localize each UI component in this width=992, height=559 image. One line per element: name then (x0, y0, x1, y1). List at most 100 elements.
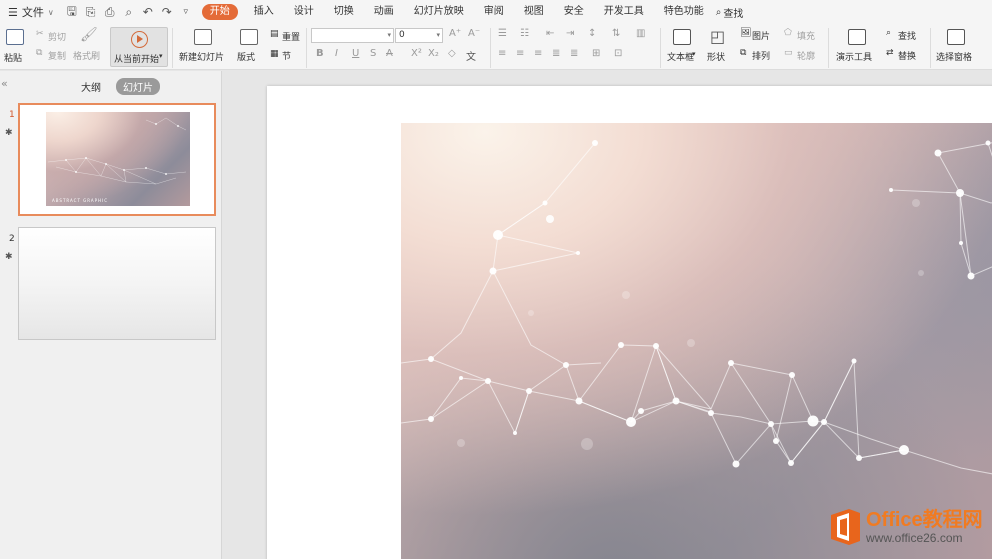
tab-security[interactable]: 安全 (554, 4, 594, 20)
tab-animations[interactable]: 动画 (364, 4, 404, 20)
presentation-tools-button[interactable]: 演示工具 (836, 50, 872, 63)
line-spacing-icon[interactable]: ↕ (588, 28, 596, 39)
chevron-down-icon: ▾ (159, 52, 163, 60)
text-box-icon[interactable] (673, 29, 691, 45)
file-menu[interactable]: ☰ 文件 ∨ (4, 4, 58, 20)
tab-outline[interactable]: 大纲 (74, 78, 108, 95)
tab-design[interactable]: 设计 (284, 4, 324, 20)
thumbnail-background (19, 228, 215, 339)
justify-icon[interactable]: ≣ (552, 48, 560, 59)
tab-view[interactable]: 视图 (514, 4, 554, 20)
italic-icon[interactable]: I (335, 48, 338, 59)
find-button[interactable]: 查找 (898, 29, 916, 42)
bold-icon[interactable]: B (316, 48, 324, 59)
increase-indent-icon[interactable]: ⇥ (566, 28, 574, 39)
format-painter-button[interactable]: 格式刷 (73, 49, 100, 62)
tab-slideshow[interactable]: 幻灯片放映 (404, 4, 474, 20)
customize-icon[interactable]: ▿ (180, 7, 192, 17)
tab-insert[interactable]: 插入 (244, 4, 284, 20)
font-family-select[interactable]: ▾ (311, 28, 394, 43)
new-slide-button[interactable]: 新建幻灯片 (179, 50, 224, 63)
reset-icon[interactable]: ▤ (270, 29, 279, 39)
tab-transitions[interactable]: 切换 (324, 4, 364, 20)
outline-icon[interactable]: ▭ (784, 48, 793, 58)
convert-smartart-icon[interactable]: ⊡ (614, 48, 622, 59)
thumbnail-caption: ABSTRACT GRAPHIC (52, 198, 109, 203)
selection-pane-button[interactable]: 选择窗格 (936, 50, 972, 63)
collapse-panel-icon[interactable]: « (1, 77, 8, 90)
layout-icon[interactable] (240, 29, 258, 45)
copy-icon[interactable]: ⧉ (36, 48, 42, 58)
tab-slides[interactable]: 幻灯片 (116, 78, 160, 95)
watermark-url: www.office26.com (866, 531, 963, 545)
decrease-indent-icon[interactable]: ⇤ (546, 28, 554, 39)
text-box-button[interactable]: 文本框 (667, 50, 694, 63)
picture-icon[interactable]: 🖼 (740, 28, 751, 38)
decrease-font-icon[interactable]: A⁻ (468, 28, 480, 39)
office-logo-icon (828, 508, 862, 546)
picture-button[interactable]: 图片 (752, 29, 770, 42)
format-painter-icon[interactable]: 🖌 (80, 27, 98, 43)
print-icon[interactable]: ⎙ (104, 5, 116, 20)
slide-thumbnail-2[interactable] (18, 227, 216, 340)
new-slide-icon[interactable] (194, 29, 212, 45)
slide-number: 1 (9, 110, 15, 120)
increase-font-icon[interactable]: A⁺ (449, 28, 461, 39)
tab-special-features[interactable]: 特色功能 (654, 4, 714, 20)
tab-home[interactable]: 开始 (201, 4, 238, 20)
fill-button[interactable]: 填充 (797, 29, 815, 42)
shape-button[interactable]: 形状 (707, 50, 725, 63)
view-tabs: 大纲 幻灯片 (74, 78, 160, 95)
clear-format-icon[interactable]: ◇ (448, 48, 456, 59)
align-left-icon[interactable]: ≡ (498, 48, 506, 59)
current-slide[interactable] (267, 86, 992, 559)
align-right-icon[interactable]: ≡ (534, 48, 542, 59)
print-preview-icon[interactable]: ⌕ (123, 5, 135, 20)
play-icon (131, 31, 148, 48)
strikethrough-icon[interactable]: A (386, 48, 393, 59)
font-color-icon[interactable]: 文 (466, 48, 476, 63)
search-button[interactable]: ⌕ 查找 (716, 5, 744, 20)
distribute-icon[interactable]: ≣ (570, 48, 578, 59)
arrange-button[interactable]: 排列 (752, 49, 770, 62)
align-text-icon[interactable]: ⊞ (592, 48, 600, 59)
animation-star-icon: ✱ (5, 252, 13, 262)
align-center-icon[interactable]: ≡ (516, 48, 524, 59)
text-direction-icon[interactable]: ⇅ (612, 28, 620, 39)
tab-developer[interactable]: 开发工具 (594, 4, 654, 20)
underline-icon[interactable]: U (352, 48, 359, 59)
subscript-icon[interactable]: X₂ (428, 48, 439, 59)
replace-icon[interactable]: ⇄ (886, 48, 894, 58)
undo-icon[interactable]: ↶ (142, 5, 154, 19)
save-icon[interactable]: 🖫 (66, 2, 78, 23)
slide-canvas[interactable] (222, 71, 992, 559)
presentation-tools-icon[interactable] (848, 29, 866, 45)
find-icon[interactable]: ⌕ (886, 28, 891, 38)
selection-pane-icon[interactable] (947, 29, 965, 45)
section-icon[interactable]: ▦ (270, 49, 279, 59)
superscript-icon[interactable]: X² (411, 48, 422, 59)
outline-button[interactable]: 轮廓 (797, 49, 815, 62)
fill-icon[interactable]: ⬠ (784, 28, 792, 38)
layout-button[interactable]: 版式 (237, 50, 255, 63)
arrange-icon[interactable]: ⧉ (740, 48, 746, 58)
paste-button[interactable]: 粘贴 (4, 51, 22, 64)
slide-thumbnail-1[interactable]: ABSTRACT GRAPHIC (18, 103, 216, 216)
font-size-select[interactable]: 0 ▾ (395, 28, 443, 43)
export-icon[interactable]: ⎘ (85, 5, 97, 20)
columns-icon[interactable]: ▥ (636, 28, 645, 39)
replace-button[interactable]: 替换 (898, 49, 916, 62)
numbering-icon[interactable]: ☷ (520, 28, 529, 39)
section-button[interactable]: 节 (282, 49, 291, 62)
redo-icon[interactable]: ↷ (161, 5, 173, 19)
from-current-slide-button[interactable]: 从当前开始 ▾ (110, 27, 168, 67)
reset-button[interactable]: 重置 (282, 30, 300, 43)
tab-review[interactable]: 审阅 (474, 4, 514, 20)
cut-button[interactable]: 剪切 (48, 30, 66, 43)
cut-icon[interactable]: ✂ (36, 29, 44, 39)
bullets-icon[interactable]: ☰ (498, 28, 507, 39)
paste-icon[interactable] (6, 29, 24, 45)
shape-icon[interactable]: ◰ (710, 27, 725, 46)
text-shadow-icon[interactable]: S (370, 48, 376, 59)
copy-button[interactable]: 复制 (48, 49, 66, 62)
